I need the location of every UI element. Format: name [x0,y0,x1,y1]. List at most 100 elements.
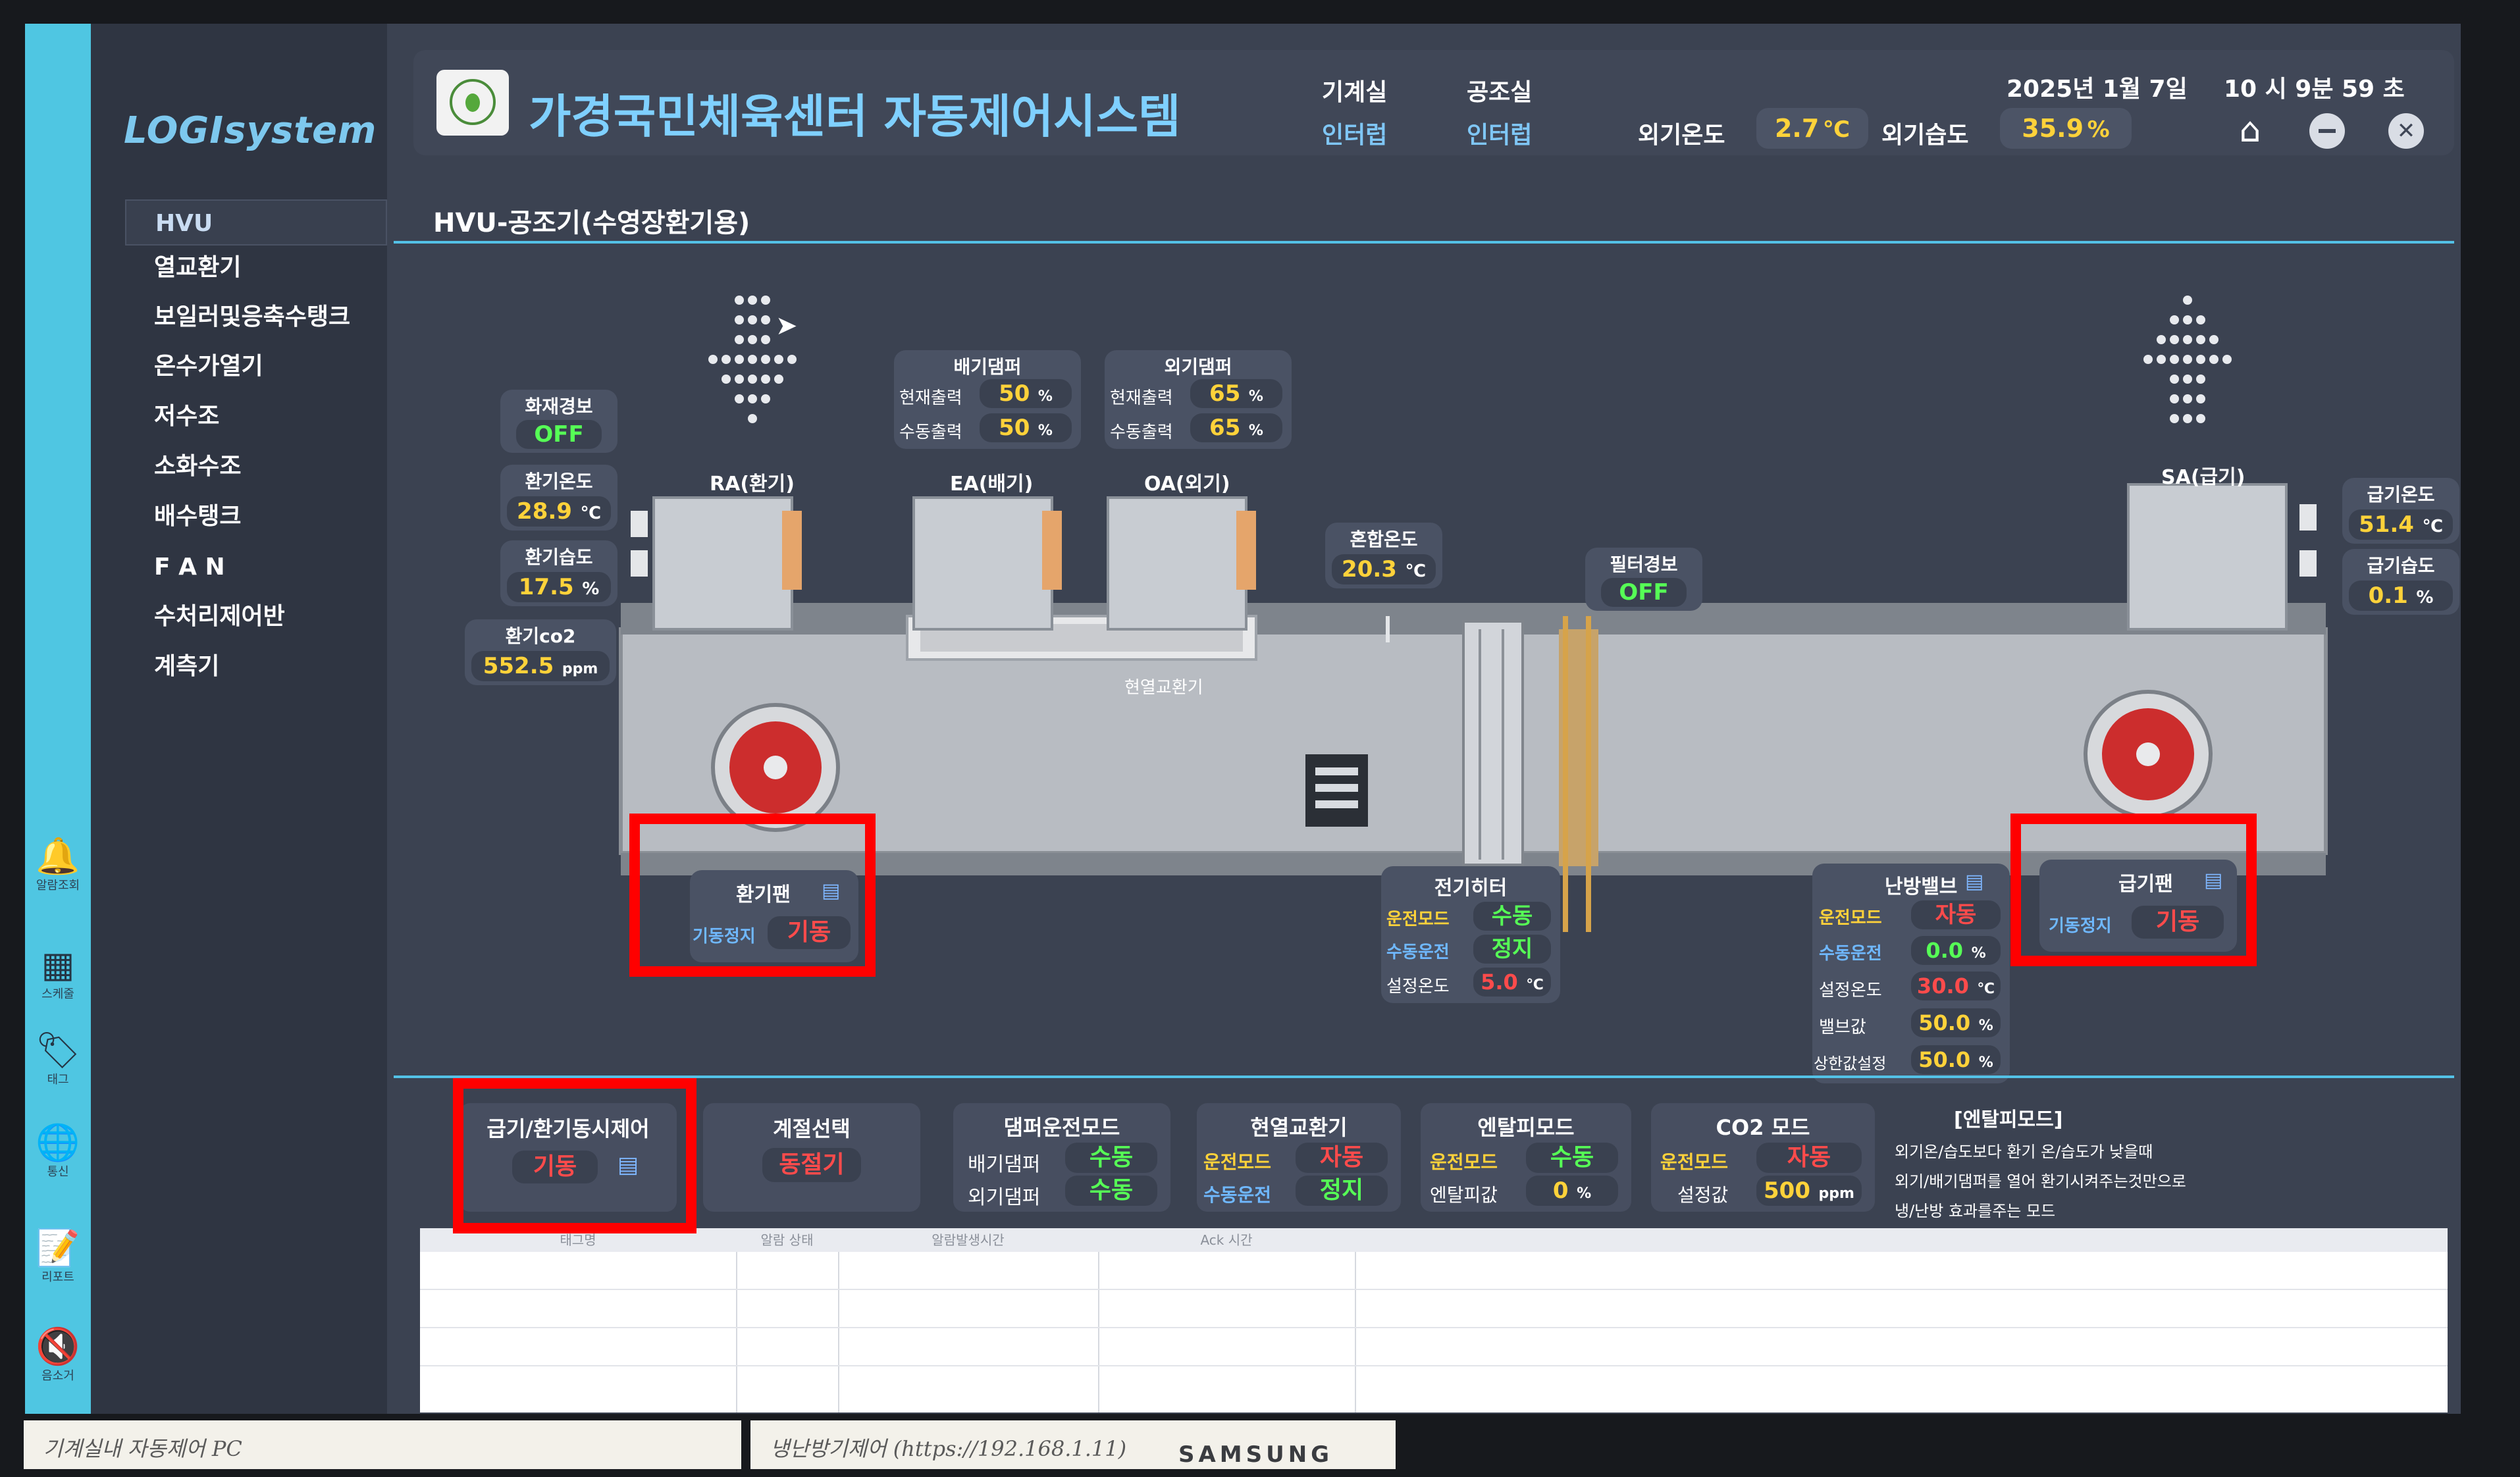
ea-label: EA(배기) [950,473,1034,496]
sidebar-item-hvu[interactable]: HVU [125,199,387,246]
damper-mode-box: 댐퍼운전모드 배기댐퍼 수동 외기댐퍼 수동 [953,1103,1170,1212]
heater-mode-value[interactable]: 수동 [1473,902,1551,931]
col-header-time[interactable]: 알람발생시간 [838,1228,1099,1252]
comm-tool[interactable]: 🌐 통신 [25,1123,91,1179]
valve-manual-value: 0.0 [1926,938,1964,963]
heater-set-label: 설정온도 [1386,977,1450,997]
grid-line [420,1289,2448,1290]
season-value[interactable]: 동절기 [762,1148,861,1182]
return-co2-label: 환기co2 [505,625,576,647]
mute-tool[interactable]: 🔇 음소거 [25,1327,91,1384]
hrv-control-box: 현열교환기 운전모드 자동 수동운전 정지 [1197,1103,1401,1212]
heater-title: 전기히터 [1434,877,1508,900]
supply-temp-unit: ℃ [2422,517,2443,536]
time: 10 시 9분 59 초 [2224,76,2405,103]
return-co2-value: 552.5 [483,653,554,679]
hrv-manual-value[interactable]: 정지 [1296,1176,1388,1206]
bell-icon: 🔔 [36,835,80,877]
ahu-room-value: 인터럽 [1467,122,1533,149]
sidebar-item-hot-water-heater[interactable]: 온수가열기 [125,344,387,390]
page-header-title: 가경국민체육센터 자동제어시스템 [529,90,1181,143]
globe-icon: 🌐 [36,1122,80,1163]
valve-set-pill[interactable]: 30.0 ℃ [1911,972,2001,1000]
fire-alarm-value: OFF [516,420,602,449]
damper-exhaust-value[interactable]: 수동 [1065,1143,1157,1173]
schedule-tool[interactable]: ▦ 스케줄 [25,945,91,1002]
enthalpy-val-pill[interactable]: 0 % [1526,1176,1618,1206]
co2-title: CO2 모드 [1716,1115,1810,1140]
tag-tool-label: 태그 [47,1073,69,1087]
return-hum-pill: 17.5 % [507,572,611,602]
oa-damper [1107,496,1247,631]
valve-mode-value[interactable]: 자동 [1911,900,2001,929]
sidebar-item-boiler[interactable]: 보일러및응축수탱크 [125,294,387,340]
co2-mode-value[interactable]: 자동 [1756,1143,1862,1173]
enthalpy-val-label: 엔탈피값 [1430,1184,1498,1206]
valve-value-pill: 50.0 % [1911,1008,2001,1037]
outdoor-manual-pill[interactable]: 65 % [1190,413,1282,442]
sidebar-item-water-treatment[interactable]: 수처리제어반 [125,594,387,640]
highlight-return-fan [629,814,876,977]
return-hum-value: 17.5 [518,574,574,600]
controls-separator [394,1075,2454,1078]
valve-panel: 난방밸브 ▤ 운전모드 자동 수동운전 0.0 % 설정온도 30.0 ℃ 밸브… [1812,864,2010,1083]
sa-damper [2127,483,2288,631]
exhaust-manual-pill[interactable]: 50 % [980,413,1072,442]
alarm-tool[interactable]: 🔔 알람조회 [25,837,91,893]
supply-temp-value: 51.4 [2359,511,2414,538]
outdoor-current-unit: % [1248,388,1263,405]
valve-mode-label: 운전모드 [1819,908,1882,928]
sidebar-item-heat-exchanger[interactable]: 열교환기 [125,245,387,291]
close-icon[interactable]: ✕ [2388,113,2424,149]
damper-outdoor-label: 외기댐퍼 [968,1186,1041,1209]
minimize-icon[interactable] [2309,113,2345,149]
exhaust-current-pill: 50 % [980,379,1072,408]
mix-temp-pill: 20.3 ℃ [1332,554,1436,584]
enthalpy-mode-value[interactable]: 수동 [1526,1143,1618,1173]
sidebar-item-drain-tank[interactable]: 배수탱크 [125,494,387,540]
outdoor-hum-pill: 35.9 % [2000,108,2132,149]
co2-set-pill[interactable]: 500 ppm [1756,1176,1862,1206]
col-header-status[interactable]: 알람 상태 [736,1228,839,1252]
outdoor-temp-value: 2.7 [1774,114,1820,143]
return-hum-panel: 환기습도 17.5 % [500,540,617,606]
supply-hum-panel: 급기습도 0.1 % [2342,549,2459,615]
damper-outdoor-value[interactable]: 수동 [1065,1176,1157,1206]
heater-set-pill[interactable]: 5.0 ℃ [1473,968,1551,997]
sidebar-item-fan[interactable]: F A N [125,544,387,590]
exhaust-manual-label: 수동출력 [899,423,962,442]
exhaust-current-label: 현재출력 [899,388,962,408]
outdoor-temp-pill: 2.7 ℃ [1756,108,1868,149]
valve-set-value: 30.0 [1916,973,1969,998]
mix-temp-panel: 혼합온도 20.3 ℃ [1325,523,1442,588]
mix-temp-label: 혼합온도 [1350,529,1418,550]
tag-tool[interactable]: 🏷 태그 [25,1031,91,1087]
valve-detail-icon[interactable]: ▤ [1965,870,1983,893]
screen: 🔔 알람조회 ▦ 스케줄 🏷 태그 🌐 통신 📝 리포트 🔇 음소거 LOGIs… [25,24,2461,1414]
enthalpy-mode-label: 운전모드 [1430,1151,1498,1173]
valve-upper-pill[interactable]: 50.0 % [1911,1045,2001,1074]
exhaust-manual-value: 50 [999,415,1030,441]
home-icon[interactable]: ⌂ [2230,111,2270,150]
report-tool[interactable]: 📝 리포트 [25,1228,91,1285]
left-strip: 🔔 알람조회 ▦ 스케줄 🏷 태그 🌐 통신 📝 리포트 🔇 음소거 [25,24,91,1414]
hrv-mode-label: 운전모드 [1203,1151,1272,1173]
return-temp-panel: 환기온도 28.9 ℃ [500,465,617,531]
machine-room-value: 인터럽 [1322,122,1388,149]
heater-manual-value[interactable]: 정지 [1473,935,1551,964]
valve-manual-pill[interactable]: 0.0 % [1911,936,2001,965]
sidebar-item-water-tank[interactable]: 저수조 [125,394,387,440]
oa-actuator [1236,511,1256,590]
valve-value-value: 50.0 [1918,1010,1971,1035]
enthalpy-val-value: 0 [1552,1178,1569,1204]
mute-tool-label: 음소거 [41,1369,74,1383]
exhaust-current-value: 50 [999,380,1030,407]
grid-line [420,1365,2448,1366]
sidebar-item-meter[interactable]: 계측기 [125,644,387,690]
sidebar-item-fire-water-tank[interactable]: 소화수조 [125,444,387,490]
col-header-ack[interactable]: Ack 시간 [1098,1228,1356,1252]
hrv-mode-value[interactable]: 자동 [1296,1143,1388,1173]
outdoor-temp-unit: ℃ [1822,117,1851,143]
exhaust-damper-panel: 배기댐퍼 현재출력 50 % 수동출력 50 % [894,350,1081,449]
oa-label: OA(외기) [1144,473,1230,496]
